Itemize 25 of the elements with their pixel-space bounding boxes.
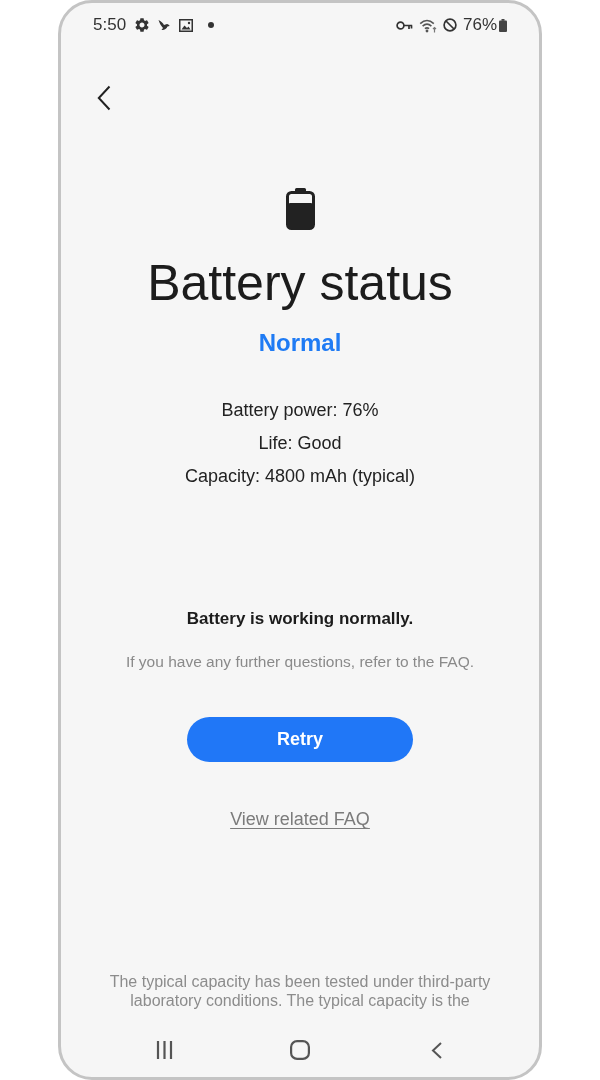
blocked-icon [442,18,457,32]
detail-line: Capacity: 4800 mAh (typical) [184,465,416,488]
detail-line: Battery power: 76% [221,399,379,422]
recents-icon [155,1041,173,1059]
detail-line: Life: Good [258,432,342,455]
key-icon [395,20,413,30]
chevron-left-icon [430,1041,442,1059]
status-message: Battery is working normally. [186,608,414,630]
battery-percent: 76% [462,15,497,35]
settings-icon [135,18,150,32]
chevron-left-icon [97,85,111,111]
status-time: 5:50 [93,15,127,35]
page-title: Battery status [147,255,453,311]
footnote-text: The typical capacity has been tested under third-party laboratory conditions. The typical capacity is the [108,972,492,1010]
bird-icon [158,19,171,31]
faq-link[interactable]: View related FAQ [230,807,370,831]
help-text: If you have any further questions, refer to the FAQ. [125,652,475,672]
battery-icon [499,18,507,32]
dot-icon [208,22,215,28]
battery-icon [285,188,315,230]
retry-button[interactable]: Retry [187,717,413,762]
status-label: Normal [258,328,342,358]
home-icon [290,1040,310,1060]
image-icon [179,18,194,32]
wifi-icon [418,17,437,33]
